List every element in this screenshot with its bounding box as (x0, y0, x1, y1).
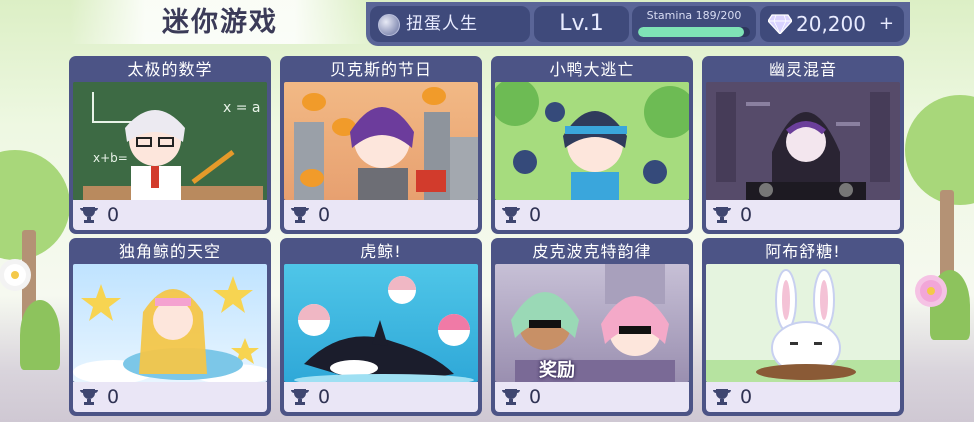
dj-illustration (706, 82, 900, 200)
game-title: 幽灵混音 (768, 60, 837, 79)
level-badge: Lv.1 (534, 6, 629, 42)
score-bar: 0 (73, 200, 267, 230)
game-card-ghost-remix[interactable]: 幽灵混音 0 (702, 56, 904, 234)
game-art-orca (284, 264, 478, 382)
high-score: 0 (318, 386, 331, 408)
svg-text:x+b=: x+b= (93, 151, 128, 165)
brand-label: 扭蛋人生 (406, 14, 478, 34)
duo-illustration (511, 264, 675, 382)
gems-value: 20,200 (796, 12, 866, 36)
gems-counter[interactable]: 20,200 + (760, 6, 904, 42)
stamina-meter: Stamina 189/200 (632, 6, 756, 42)
game-art-narwhal-sky (73, 264, 267, 382)
trophy-icon (80, 207, 98, 223)
high-score: 0 (529, 386, 542, 408)
brand-pill[interactable]: 扭蛋人生 (370, 6, 530, 42)
reward-overlay-label: 奖励 (539, 360, 575, 381)
add-gems-button[interactable]: + (879, 6, 894, 42)
trophy-icon (713, 389, 731, 405)
high-score: 0 (318, 204, 331, 226)
game-card-abu-candy[interactable]: 阿布舒糖! 0 (702, 238, 904, 416)
sky-illustration (73, 276, 267, 382)
stamina-fill (638, 27, 744, 37)
ocean-illustration (294, 276, 474, 382)
stamina-label: Stamina 189/200 (646, 9, 742, 22)
game-card-orca[interactable]: 虎鲸! 0 (280, 238, 482, 416)
gacha-logo-icon (378, 14, 400, 36)
top-status-bar: 扭蛋人生 Lv.1 Stamina 189/200 20,200 + (366, 2, 910, 46)
game-card-pickpocket-rhythm[interactable]: 皮克波克特韵律 奖励 0 (491, 238, 693, 416)
score-bar: 0 (495, 382, 689, 412)
game-title: 贝克斯的节日 (329, 60, 432, 79)
score-bar: 0 (495, 200, 689, 230)
stamina-track (638, 27, 750, 37)
trophy-icon (713, 207, 731, 223)
svg-text:x = a: x = a (223, 100, 261, 116)
score-bar: 0 (284, 200, 478, 230)
game-title: 太极的数学 (127, 60, 213, 79)
game-card-math[interactable]: 太极的数学 x = a x+b= 0 (69, 56, 271, 234)
game-art-abu-candy (706, 264, 900, 382)
game-title: 虎鲸! (360, 242, 402, 261)
trophy-icon (291, 207, 309, 223)
game-art-duck-escape (495, 82, 689, 200)
game-title: 皮克波克特韵律 (532, 242, 652, 261)
game-card-duck-escape[interactable]: 小鸭大逃亡 0 (491, 56, 693, 234)
high-score: 0 (740, 204, 753, 226)
score-bar: 0 (706, 382, 900, 412)
game-title: 阿布舒糖! (765, 242, 841, 261)
game-card-festival[interactable]: 贝克斯的节日 0 (280, 56, 482, 234)
high-score: 0 (740, 386, 753, 408)
high-score: 0 (107, 204, 120, 226)
trophy-icon (502, 389, 520, 405)
game-title: 独角鲸的天空 (118, 242, 221, 261)
game-title: 小鸭大逃亡 (549, 60, 635, 79)
score-bar: 0 (284, 382, 478, 412)
bunny-illustration (706, 264, 900, 382)
score-bar: 0 (73, 382, 267, 412)
game-art-festival (284, 82, 478, 200)
high-score: 0 (107, 386, 120, 408)
game-art-ghost-remix (706, 82, 900, 200)
trophy-icon (502, 207, 520, 223)
game-card-narwhal-sky[interactable]: 独角鲸的天空 0 (69, 238, 271, 416)
diamond-icon (768, 14, 792, 34)
trophy-icon (291, 389, 309, 405)
score-bar: 0 (706, 200, 900, 230)
page-title: 迷你游戏 (70, 0, 370, 44)
city-illustration (294, 87, 478, 200)
forest-illustration (495, 82, 689, 200)
game-art-pickpocket-rhythm: 奖励 (495, 264, 689, 382)
chalkboard-illustration: x = a x+b= (73, 82, 267, 200)
game-art-math: x = a x+b= (73, 82, 267, 200)
high-score: 0 (529, 204, 542, 226)
trophy-icon (80, 389, 98, 405)
